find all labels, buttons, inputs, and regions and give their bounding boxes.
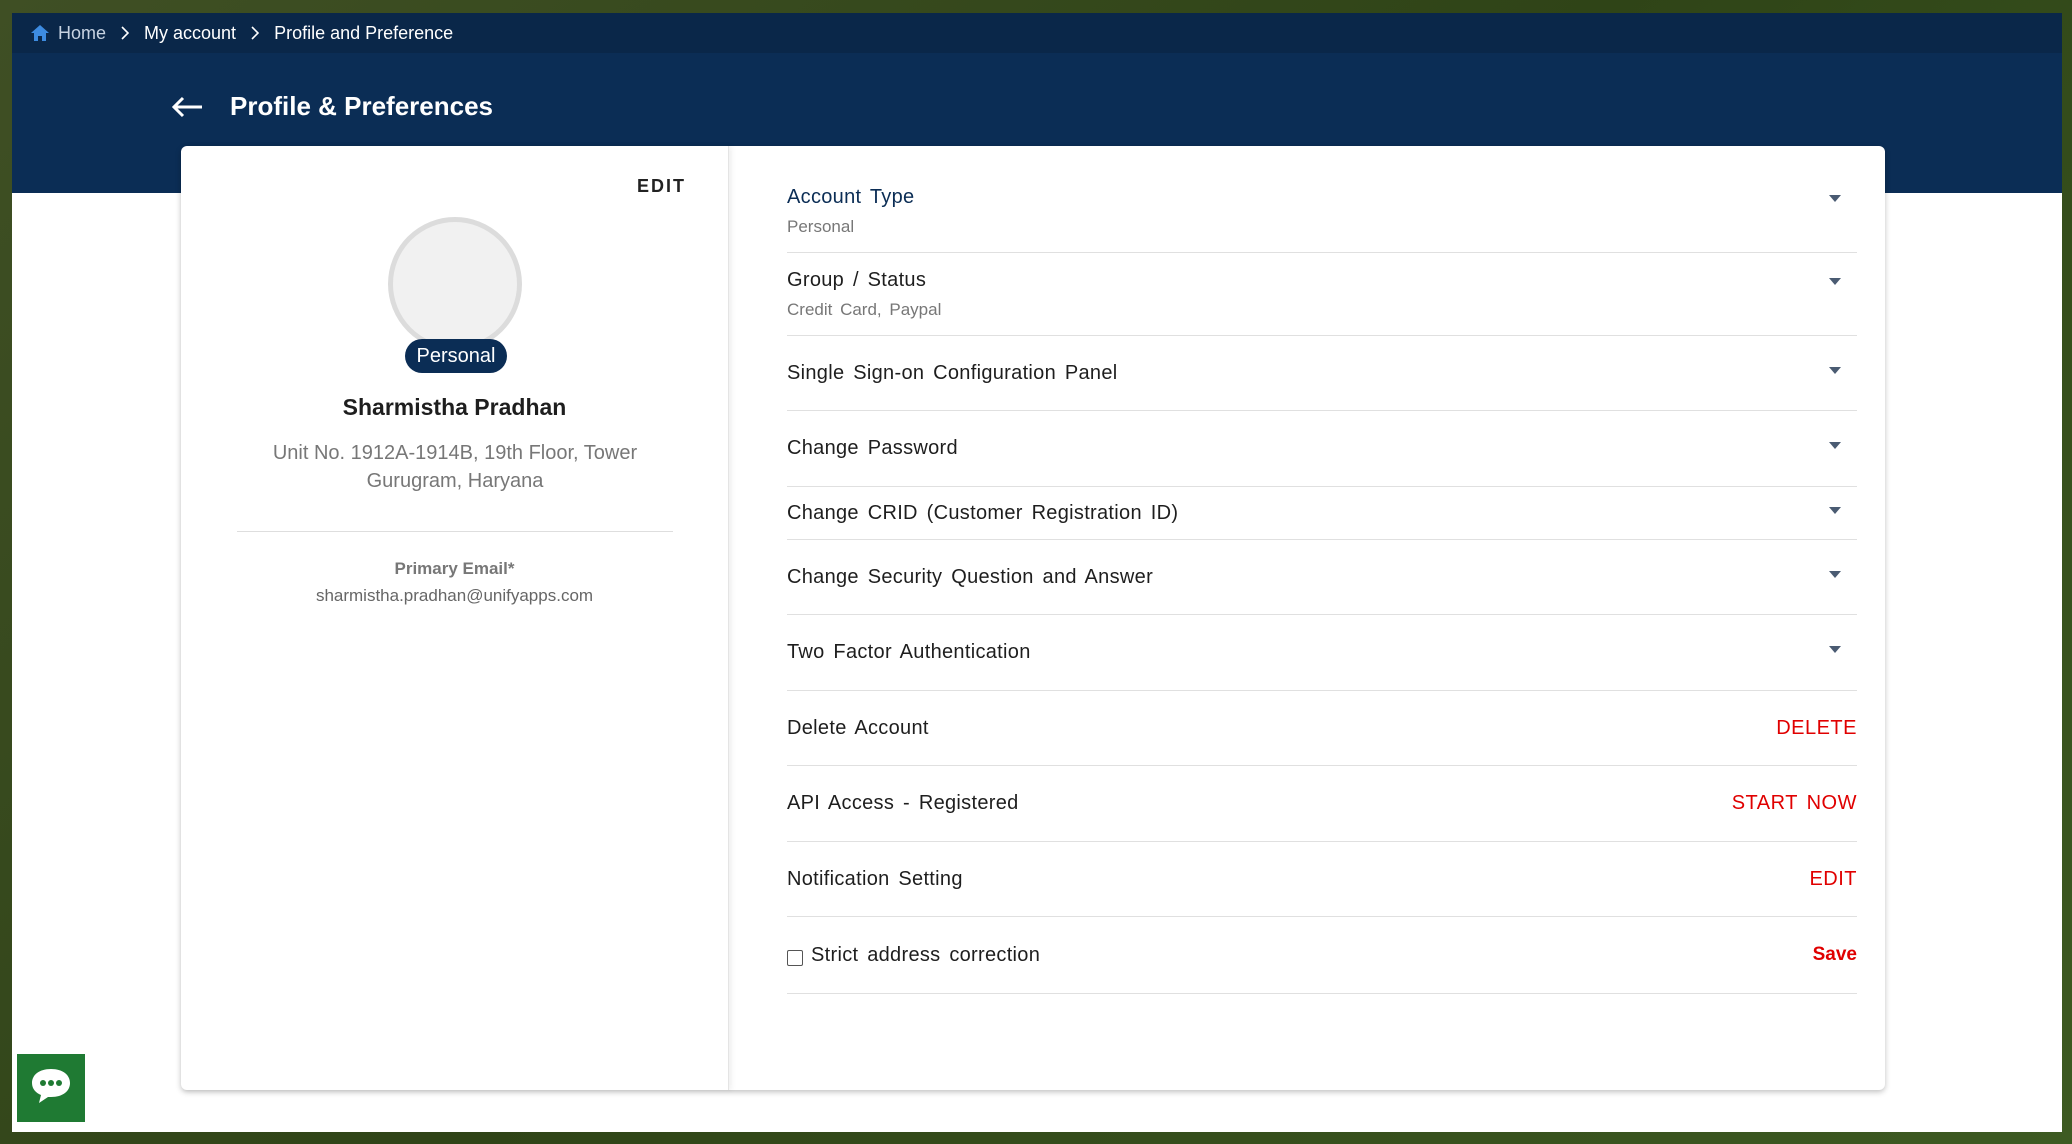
setting-account-type[interactable]: Account Type Personal [787,170,1857,253]
title-row: Profile & Preferences [172,91,493,122]
chevron-right-icon [250,26,260,40]
strict-address-checkbox[interactable] [787,950,803,966]
caret-down-icon[interactable] [1829,277,1841,285]
page-title: Profile & Preferences [230,91,494,121]
setting-title: Notification Setting [787,867,963,890]
settings-list: Account Type Personal Group / Status Cre… [787,170,1857,994]
edit-profile-button[interactable]: EDIT [637,176,686,197]
caret-down-icon[interactable] [1829,506,1841,514]
breadcrumb: Home My account Profile and Preference [12,13,2062,53]
setting-title: API Access - Registered [787,792,1019,814]
account-type-badge: Personal [405,339,507,373]
setting-title: Change CRID (Customer Registration ID) [787,501,1179,524]
setting-group-status[interactable]: Group / Status Credit Card, Paypal [787,253,1857,336]
setting-title: Change Password [787,437,958,459]
save-button[interactable]: Save [1813,944,1857,966]
start-now-button[interactable]: START NOW [1732,792,1857,815]
breadcrumb-home[interactable]: Home [30,23,106,44]
chat-button[interactable] [17,1054,85,1122]
setting-group-status-text: Group / Status Credit Card, Paypal [787,269,941,320]
profile-summary-panel: EDIT Personal Sharmistha Pradhan Unit No… [181,146,729,1090]
home-icon [30,24,50,42]
setting-title: Two Factor Authentication [787,641,1031,663]
address-line-1: Unit No. 1912A-1914B, 19th Floor, Tower [272,442,638,464]
setting-strict-address: Strict address correction Save [787,917,1857,994]
address-line-2: Gurugram, Haryana [366,470,544,492]
chat-bubble-icon [29,1066,73,1111]
setting-change-password[interactable]: Change Password [787,411,1857,487]
setting-notification: Notification Setting EDIT [787,842,1857,917]
caret-down-icon[interactable] [1829,366,1841,374]
setting-title: Account Type [787,185,915,208]
caret-down-icon[interactable] [1829,194,1841,202]
primary-email-value: sharmistha.pradhan@unifyapps.com [315,586,594,605]
user-name: Sharmistha Pradhan [342,394,567,420]
chevron-right-icon [120,26,130,40]
breadcrumb-current: Profile and Preference [274,22,454,43]
primary-email-label: Primary Email* [394,559,515,578]
setting-delete-account: Delete Account DELETE [787,691,1857,766]
profile-card: EDIT Personal Sharmistha Pradhan Unit No… [181,146,1885,1090]
strict-address-option: Strict address correction [787,944,1040,967]
caret-down-icon[interactable] [1829,570,1841,578]
arrow-left-icon[interactable] [172,96,204,118]
setting-security-question[interactable]: Change Security Question and Answer [787,540,1857,615]
setting-title: Single Sign-on Configuration Panel [787,361,1118,384]
divider [237,531,673,532]
avatar[interactable] [388,217,522,351]
setting-value: Personal [787,216,855,236]
breadcrumb-home-label: Home [58,22,107,43]
breadcrumb-my-account[interactable]: My account [144,23,236,44]
setting-change-crid[interactable]: Change CRID (Customer Registration ID) [787,487,1857,540]
delete-account-button[interactable]: DELETE [1776,717,1857,740]
setting-account-type-text: Account Type Personal [787,186,914,237]
caret-down-icon[interactable] [1829,646,1841,653]
caret-down-icon[interactable] [1829,442,1841,449]
setting-title: Delete Account [787,716,929,739]
setting-title: Change Security Question and Answer [787,565,1154,588]
user-address: Unit No. 1912A-1914B, 19th Floor, Tower … [241,439,669,495]
setting-title: Group / Status [787,268,927,291]
setting-sso[interactable]: Single Sign-on Configuration Panel [787,336,1857,411]
setting-api-access: API Access - Registered START NOW [787,766,1857,842]
setting-value: Credit Card, Paypal [787,299,942,319]
setting-two-factor[interactable]: Two Factor Authentication [787,615,1857,691]
edit-notification-button[interactable]: EDIT [1809,868,1857,891]
app-screen: Home My account Profile and Preference P… [12,13,2062,1132]
setting-title: Strict address correction [811,943,1041,966]
